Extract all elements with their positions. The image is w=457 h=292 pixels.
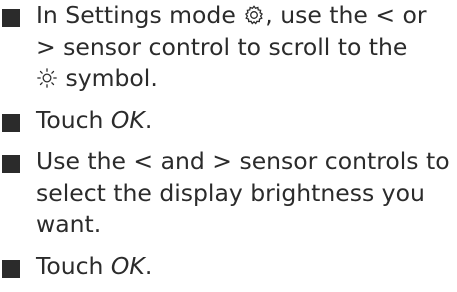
step-text: or	[395, 1, 427, 29]
step-text: .	[144, 105, 153, 134]
left-control-symbol: <	[133, 147, 154, 175]
step-line: Touch OK.	[36, 105, 457, 137]
step-line: Use the < and > sensor controls to	[36, 146, 457, 178]
instruction-step-settings: In Settings mode , use the < or > sensor…	[0, 0, 457, 95]
step-text: , use the	[265, 1, 376, 29]
step-line: want.	[36, 210, 102, 238]
step-text: .	[144, 251, 153, 280]
square-bullet-icon	[2, 155, 20, 173]
step-text: Touch	[36, 105, 111, 134]
instruction-step-brightness: Use the < and > sensor controls to selec…	[0, 146, 457, 241]
step-line: select the display brightness you	[36, 178, 425, 207]
step-line: > sensor control to scroll to the	[36, 32, 457, 64]
ok-label: OK	[110, 105, 145, 134]
right-control-symbol: >	[36, 32, 56, 61]
gear-icon	[243, 4, 265, 26]
square-bullet-icon	[2, 9, 20, 27]
instruction-step-touch-ok: Touch OK.	[0, 105, 457, 137]
step-line: In Settings mode , use the < or	[36, 0, 457, 32]
ok-label: OK	[110, 251, 145, 280]
step-text: In Settings mode	[36, 1, 244, 29]
step-text: sensor controls to	[231, 147, 450, 175]
square-bullet-icon	[2, 259, 20, 278]
instruction-step-touch-ok-final: Touch OK.	[0, 251, 457, 283]
step-text: and	[153, 147, 213, 175]
step-text: symbol.	[58, 64, 158, 92]
step-text: sensor control to scroll to the	[55, 32, 408, 61]
sun-icon	[36, 67, 58, 89]
step-line: symbol.	[36, 63, 457, 95]
left-control-symbol: <	[375, 1, 396, 29]
step-text: Use the	[36, 147, 134, 175]
step-text: Touch	[36, 251, 111, 280]
step-line: Touch OK.	[36, 251, 457, 283]
instruction-list: In Settings mode , use the < or > sensor…	[0, 0, 457, 292]
right-control-symbol: >	[212, 147, 232, 175]
square-bullet-icon	[2, 113, 20, 132]
